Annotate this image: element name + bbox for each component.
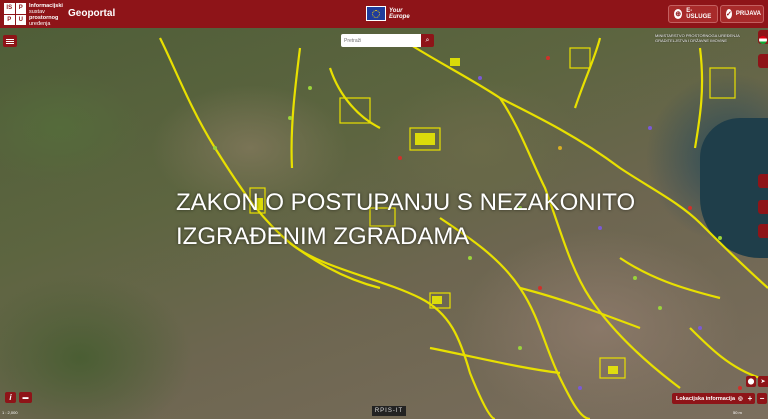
marker-dot bbox=[648, 126, 652, 130]
parcel-outline bbox=[569, 47, 591, 69]
parcel-fill bbox=[450, 58, 460, 66]
tool-button[interactable] bbox=[758, 200, 768, 214]
ispu-logo[interactable]: IS P P U bbox=[4, 3, 26, 25]
scale-ratio: 1 : 2,000 bbox=[2, 410, 18, 415]
language-button[interactable] bbox=[758, 30, 768, 44]
marker-dot bbox=[538, 286, 542, 290]
location-info-button[interactable]: Lokacijska informacija ◎ bbox=[672, 393, 747, 404]
location-pin-icon[interactable]: ⬤ bbox=[746, 376, 756, 387]
overlay-title-line: ZAKON O POSTUPANJU S NEZAKONITO bbox=[176, 189, 636, 216]
check-icon: ✓ bbox=[726, 9, 732, 19]
marker-dot bbox=[398, 156, 402, 160]
provider-logo: RPIS-IT bbox=[372, 406, 406, 416]
parcel-outline bbox=[709, 67, 736, 99]
scale-bar: 50 m bbox=[733, 410, 742, 415]
road-line bbox=[693, 47, 704, 149]
top-header: IS P P U Informacijski sustav prostornog… bbox=[0, 0, 768, 28]
info-icon[interactable]: i bbox=[5, 392, 16, 403]
overlay-title-line: IZGRAĐENIM ZGRADAMA bbox=[176, 223, 470, 250]
logo-letter: P bbox=[4, 14, 15, 25]
menu-button[interactable] bbox=[3, 35, 17, 47]
search-box: ⌕ bbox=[341, 34, 435, 47]
marker-dot bbox=[288, 116, 292, 120]
logo-text: Informacijski sustav prostornog uređenja bbox=[29, 3, 63, 27]
marker-dot bbox=[468, 256, 472, 260]
marker-dot bbox=[546, 56, 550, 60]
layers-button[interactable] bbox=[758, 54, 768, 68]
globe-icon: ⊕ bbox=[674, 9, 683, 19]
camera-icon[interactable]: ▬ bbox=[19, 392, 32, 403]
marker-dot bbox=[688, 206, 692, 210]
zoom-out-button[interactable]: − bbox=[757, 393, 767, 404]
overlay-title: ZAKON O POSTUPANJU S NEZAKONITO IZGRAĐEN… bbox=[176, 186, 635, 254]
marker-dot bbox=[698, 326, 702, 330]
marker-dot bbox=[633, 276, 637, 280]
e-usluge-button[interactable]: ⊕ E-USLUGE bbox=[668, 5, 718, 23]
marker-dot bbox=[578, 386, 582, 390]
marker-dot bbox=[213, 146, 217, 150]
croatia-flag-icon bbox=[759, 36, 767, 44]
eu-label-line: Europe bbox=[389, 13, 410, 20]
road-line bbox=[429, 346, 561, 375]
marker-dot bbox=[658, 306, 662, 310]
menu-bar bbox=[6, 42, 14, 44]
attribution-line: GRADITELJSTVA I DRŽAVNE IMOVINE bbox=[655, 38, 728, 43]
parcel-fill bbox=[432, 296, 442, 304]
logo-letter: P bbox=[15, 3, 26, 14]
map-view[interactable]: ⌕ MINISTARSTVO PROSTORNOGA UREĐENJA GRAD… bbox=[0, 28, 768, 419]
marker-dot bbox=[558, 146, 562, 150]
e-usluge-label: E-USLUGE bbox=[686, 8, 712, 20]
marker-dot bbox=[308, 86, 312, 90]
parcel-fill bbox=[608, 366, 618, 374]
search-input[interactable] bbox=[341, 34, 421, 47]
search-icon[interactable]: ⌕ bbox=[421, 34, 434, 47]
marker-dot bbox=[718, 236, 722, 240]
logo-text-line: uređenja bbox=[29, 21, 51, 27]
parcel-fill bbox=[415, 133, 435, 145]
location-info-icon: ◎ bbox=[738, 395, 743, 402]
zoom-in-button[interactable]: + bbox=[745, 393, 755, 404]
road-line bbox=[689, 327, 761, 380]
marker-dot bbox=[518, 346, 522, 350]
app-title[interactable]: Geoportal bbox=[68, 8, 115, 19]
your-europe-text: Your Europe bbox=[389, 8, 417, 20]
logo-letter: U bbox=[15, 14, 26, 25]
eu-flag-icon bbox=[366, 6, 386, 21]
navigation-arrow-icon[interactable]: ➤ bbox=[758, 376, 768, 387]
menu-bar bbox=[6, 40, 14, 42]
marker-dot bbox=[738, 386, 742, 390]
logo-letter: IS bbox=[4, 3, 15, 14]
location-info-label: Lokacijska informacija bbox=[676, 395, 735, 402]
tool-button[interactable] bbox=[758, 174, 768, 188]
prijava-label: PRIJAVA bbox=[735, 11, 761, 17]
map-attribution: MINISTARSTVO PROSTORNOGA UREĐENJA GRADIT… bbox=[655, 33, 750, 43]
road-line bbox=[290, 47, 302, 169]
tool-button[interactable] bbox=[758, 224, 768, 238]
marker-dot bbox=[478, 76, 482, 80]
your-europe-logo[interactable]: Your Europe bbox=[366, 6, 417, 21]
prijava-button[interactable]: ✓ PRIJAVA bbox=[720, 5, 764, 23]
menu-bar bbox=[6, 38, 14, 40]
